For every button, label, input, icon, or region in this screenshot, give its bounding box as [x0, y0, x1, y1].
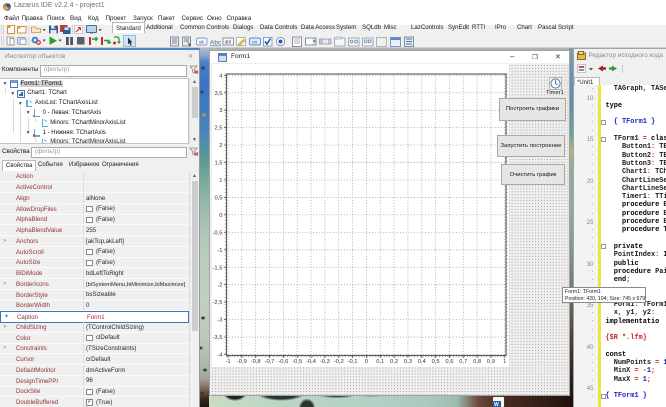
- svg-text:1,5: 1,5: [214, 161, 222, 167]
- svg-text:-1: -1: [217, 248, 222, 254]
- svg-text:0,6: 0,6: [445, 359, 453, 365]
- svg-text:-0,3: -0,3: [320, 359, 330, 365]
- svg-text:-0,9: -0,9: [237, 359, 247, 365]
- svg-text:-3: -3: [217, 318, 222, 324]
- svg-text:0,8: 0,8: [473, 359, 481, 365]
- svg-text:0,5: 0,5: [432, 359, 440, 365]
- svg-text:1: 1: [503, 359, 506, 365]
- svg-text:-0,6: -0,6: [278, 359, 288, 365]
- svg-text:-0,5: -0,5: [213, 230, 223, 236]
- svg-text:2,5: 2,5: [214, 126, 222, 132]
- svg-text:0,2: 0,2: [390, 359, 398, 365]
- svg-text:-4: -4: [217, 353, 223, 359]
- svg-text:0,3: 0,3: [404, 359, 412, 365]
- svg-text:-0,7: -0,7: [265, 359, 275, 365]
- svg-text:-3,5: -3,5: [213, 335, 223, 341]
- svg-text:-2,5: -2,5: [213, 300, 223, 306]
- svg-text:abI: abI: [225, 39, 232, 45]
- svg-text:-1: -1: [225, 359, 230, 365]
- svg-text:-0,2: -0,2: [334, 359, 344, 365]
- svg-text:0,7: 0,7: [459, 359, 467, 365]
- svg-text:4: 4: [219, 73, 223, 79]
- svg-text:0,4: 0,4: [418, 359, 427, 365]
- svg-text:2: 2: [219, 143, 222, 149]
- svg-text:0,1: 0,1: [376, 359, 384, 365]
- svg-text:Abc: Abc: [210, 39, 222, 46]
- svg-text:3,5: 3,5: [214, 91, 222, 97]
- svg-text:0,5: 0,5: [214, 195, 222, 201]
- svg-text:-0,1: -0,1: [348, 359, 358, 365]
- svg-text:on: on: [252, 39, 258, 44]
- svg-text:ok: ok: [199, 39, 205, 44]
- svg-text:-0,5: -0,5: [292, 359, 302, 365]
- svg-text:0: 0: [365, 359, 368, 365]
- svg-text:-0,8: -0,8: [251, 359, 261, 365]
- svg-text:3: 3: [219, 108, 222, 114]
- svg-text:0,9: 0,9: [487, 359, 495, 365]
- svg-text:-0,4: -0,4: [306, 359, 317, 365]
- svg-text:-2: -2: [217, 283, 222, 289]
- svg-text:-1,5: -1,5: [213, 265, 223, 271]
- svg-text:1: 1: [219, 178, 222, 184]
- svg-text:0: 0: [219, 213, 222, 219]
